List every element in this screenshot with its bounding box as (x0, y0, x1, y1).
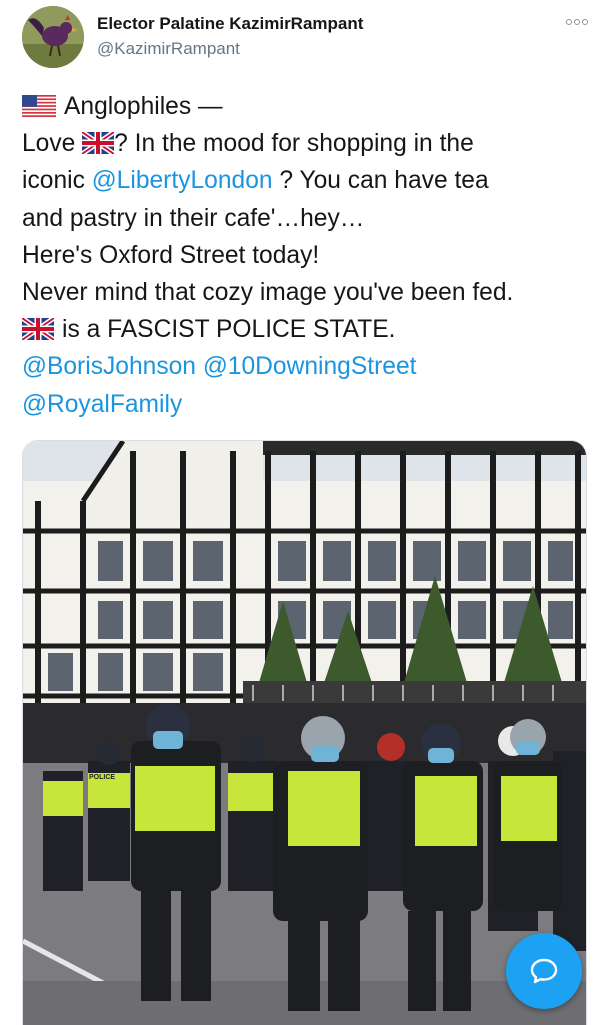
tweet-line-8: @BorisJohnson @10DowningStreet (22, 348, 592, 385)
mention-boris-johnson[interactable]: @BorisJohnson (22, 353, 196, 380)
mention-10-downing-street[interactable]: @10DowningStreet (203, 353, 417, 380)
compose-reply-button[interactable] (506, 933, 582, 1009)
police-vest-text: POLICE (89, 774, 115, 781)
mention-royal-family[interactable]: @RoyalFamily (22, 391, 182, 418)
tweet-line-3: iconic @LibertyLondon ? You can have tea (22, 162, 592, 199)
rooster-icon (22, 6, 84, 68)
tweet-line-2: Love ? In the mood for shopping in the (22, 125, 592, 162)
display-name[interactable]: Elector Palatine KazimirRampant (97, 14, 363, 34)
mention-liberty-london[interactable]: @LibertyLondon (92, 167, 273, 194)
handle[interactable]: @KazimirRampant (97, 39, 363, 59)
tweet-line-4: and pastry in their cafe'…hey… (22, 204, 365, 232)
police-photo: POLICE (23, 441, 586, 1025)
author-names: Elector Palatine KazimirRampant @Kazimir… (97, 14, 363, 59)
uk-flag-icon (82, 132, 115, 155)
tweet-line-9: @RoyalFamily (22, 386, 592, 423)
tweet-media[interactable]: POLICE (22, 440, 587, 1025)
tweet-line-1: Anglophiles — (22, 88, 592, 125)
tweet-line-3-b: ? You can have tea (272, 167, 489, 195)
tweet-line-5: Here's Oxford Street today! (22, 241, 320, 269)
tweet-header: Elector Palatine KazimirRampant @Kazimir… (22, 6, 592, 70)
tweet-line-2-b: ? In the mood for shopping in the (114, 130, 474, 158)
tweet-text: Anglophiles — Love ? In the mood for sho… (22, 88, 592, 423)
more-options-icon[interactable] (566, 16, 588, 28)
avatar[interactable] (22, 6, 84, 68)
tweet-line-3-a: iconic (22, 167, 92, 195)
tweet-line-7: is a FASCIST POLICE STATE. (22, 311, 592, 348)
us-flag-icon (22, 95, 56, 117)
tweet-line-6: Never mind that cozy image you've been f… (22, 279, 514, 307)
tweet-line-2-a: Love (22, 130, 83, 158)
uk-flag-icon (22, 318, 54, 341)
tweet-line-7-text: is a FASCIST POLICE STATE. (62, 316, 396, 344)
compose-reply-icon (530, 958, 558, 984)
tweet-line-1-text: Anglophiles — (64, 93, 223, 120)
